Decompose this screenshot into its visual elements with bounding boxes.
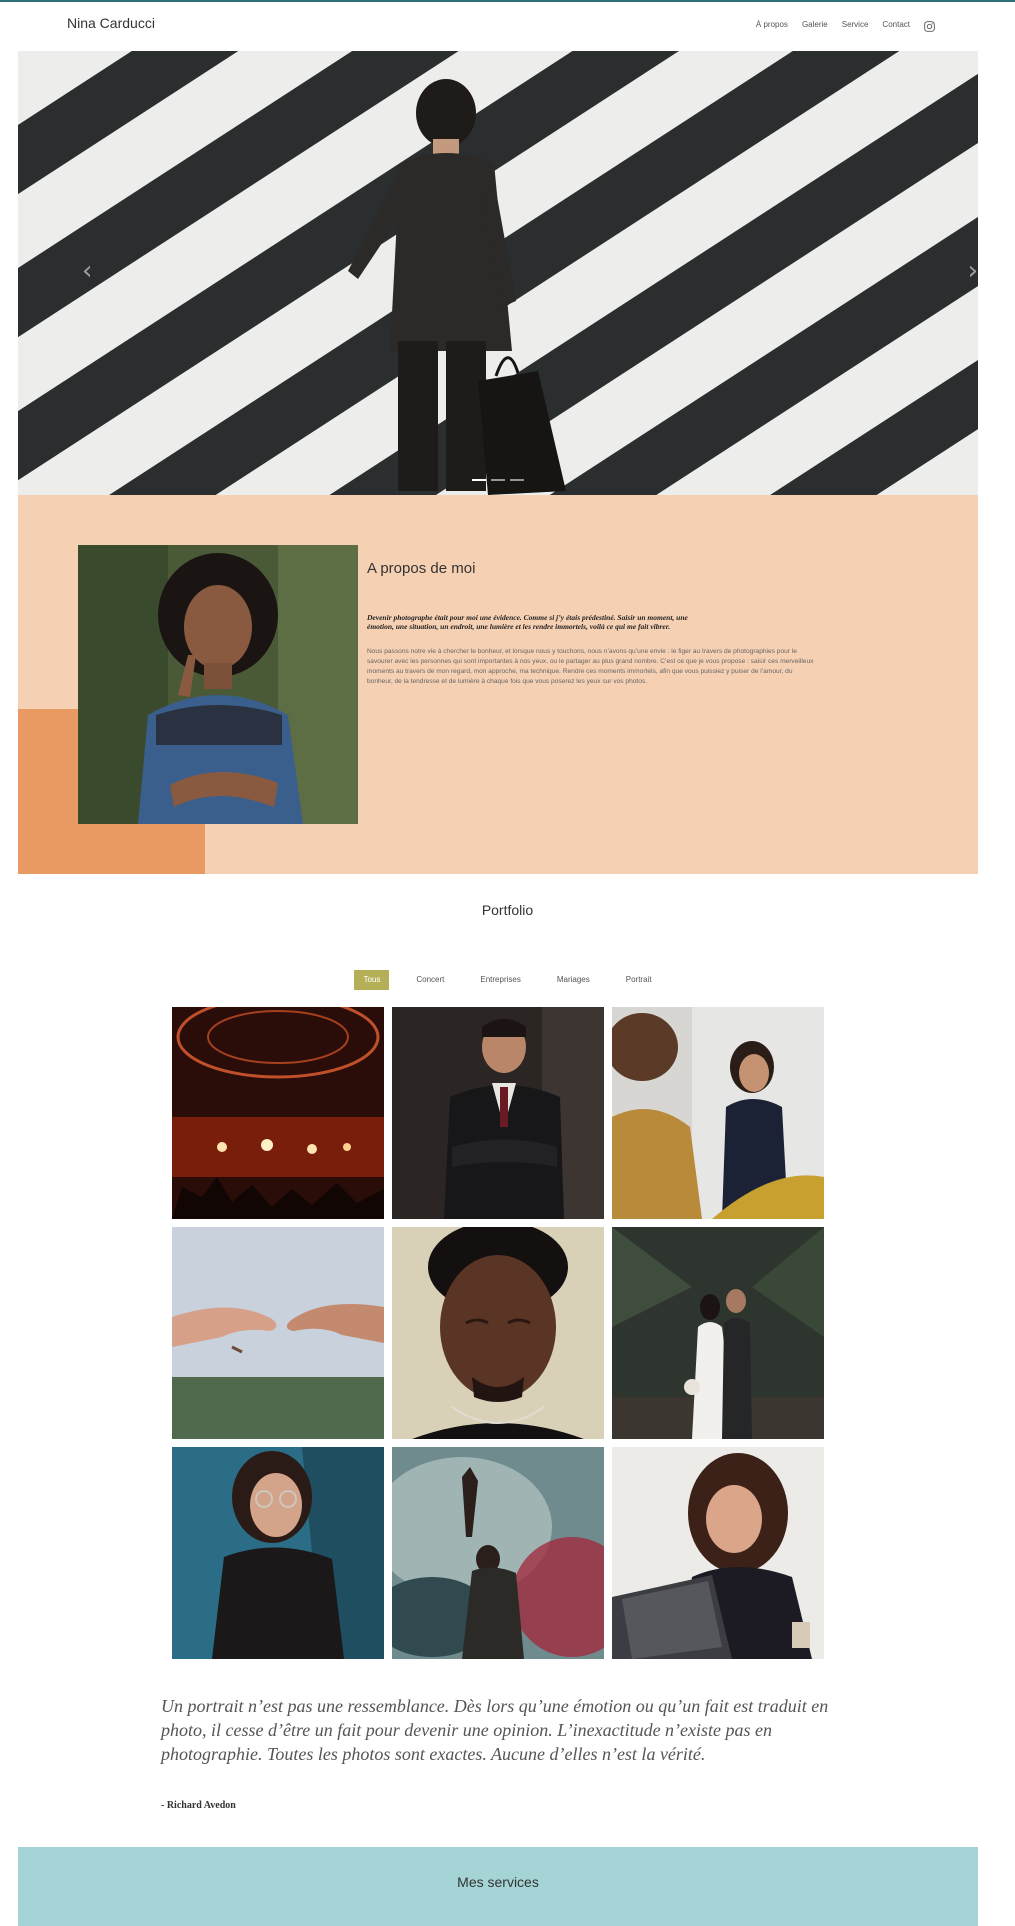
filter-concert[interactable]: Concert (407, 970, 453, 990)
about-section: A propos de moi Devenir photographe étai… (18, 495, 978, 874)
filter-entreprises[interactable]: Entreprises (471, 970, 529, 990)
gallery-item-portrait-man[interactable] (392, 1227, 604, 1439)
carousel-dot[interactable] (491, 479, 505, 481)
about-lead-text: Devenir photographe était pour moi une é… (367, 612, 688, 632)
carousel-dot[interactable] (472, 479, 486, 481)
main-nav: À propos Galerie Service Contact (756, 19, 935, 32)
hero-carousel[interactable]: ‹ › (18, 51, 978, 495)
testimonial-quote: Un portrait n’est pas une ressemblance. … (161, 1696, 829, 1764)
gallery-item-concert-performer[interactable] (392, 1447, 604, 1659)
hero-image (18, 51, 978, 495)
portfolio-filters: Tous Concert Entreprises Mariages Portra… (0, 970, 1015, 990)
carousel-dot[interactable] (510, 479, 524, 481)
gallery-item-hands[interactable] (172, 1227, 384, 1439)
carousel-indicators (472, 479, 524, 481)
nav-link-galerie[interactable]: Galerie (802, 20, 828, 29)
nav-link-a-propos[interactable]: À propos (756, 20, 788, 29)
gallery-item-businessman[interactable] (392, 1007, 604, 1219)
filter-mariages[interactable]: Mariages (548, 970, 599, 990)
portfolio-title: Portfolio (481, 902, 534, 918)
filter-portrait[interactable]: Portrait (617, 970, 661, 990)
chevron-right-icon[interactable]: › (968, 256, 978, 286)
instagram-icon[interactable] (924, 19, 935, 32)
gallery-item-woman-laptop[interactable] (612, 1447, 824, 1659)
nav-link-service[interactable]: Service (842, 20, 869, 29)
top-accent-line (0, 0, 1015, 2)
gallery-item-concert-crowd[interactable] (172, 1007, 384, 1219)
chevron-left-icon[interactable]: ‹ (82, 256, 92, 286)
services-section: Mes services (18, 1847, 978, 1926)
about-body-text: Nous passons notre vie à chercher le bon… (367, 647, 814, 686)
nav-link-contact[interactable]: Contact (882, 20, 910, 29)
gallery-item-office-meeting[interactable] (612, 1007, 824, 1219)
quote-author: - Richard Avedon (161, 1800, 236, 1811)
gallery-item-wedding[interactable] (612, 1227, 824, 1439)
about-portrait-photo (78, 545, 358, 824)
gallery-item-woman-glasses[interactable] (172, 1447, 384, 1659)
portfolio-grid (172, 1007, 824, 1659)
filter-tous[interactable]: Tous (354, 970, 390, 990)
about-title: A propos de moi (367, 560, 476, 577)
site-brand[interactable]: Nina Carducci (67, 15, 155, 31)
services-title: Mes services (457, 1874, 539, 1890)
